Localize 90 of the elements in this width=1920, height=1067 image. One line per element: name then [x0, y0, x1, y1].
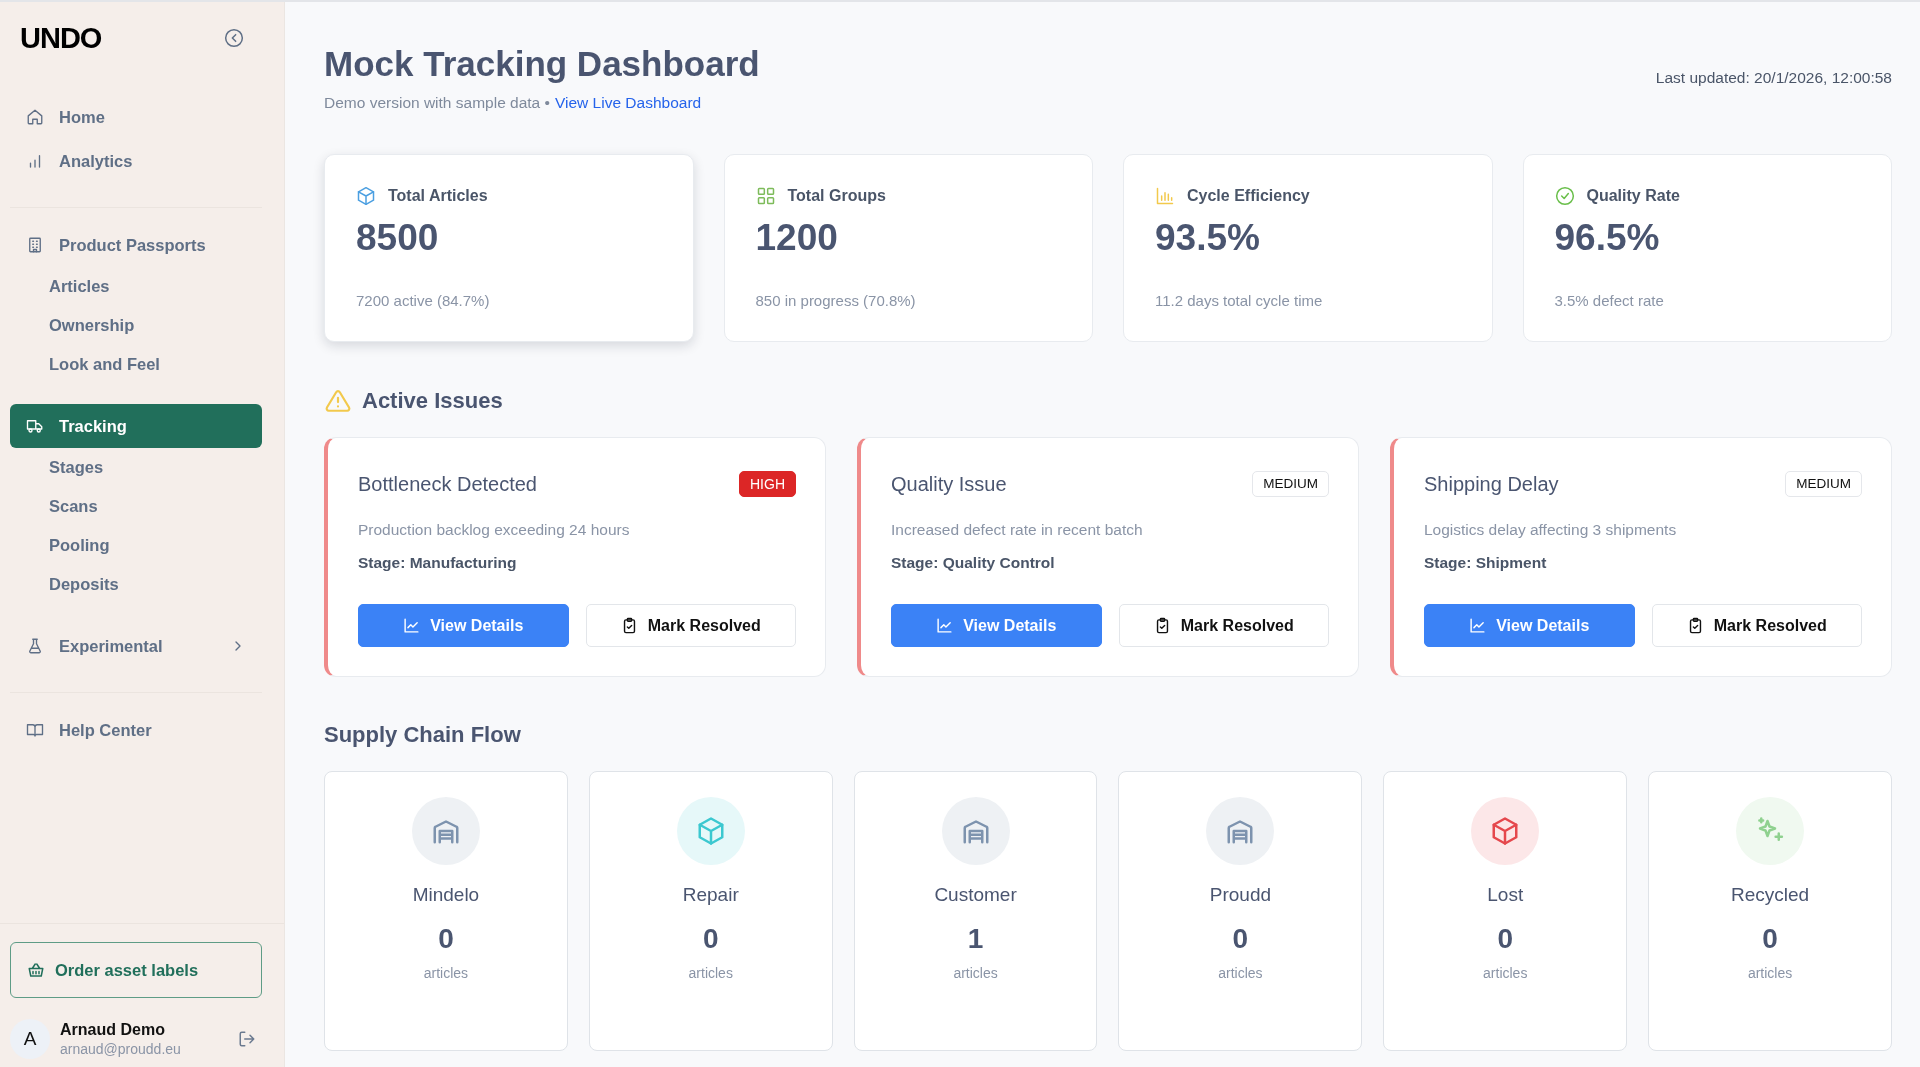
nav-subitem[interactable]: Scans	[10, 487, 108, 526]
stat-label: Total Articles	[388, 187, 488, 205]
issue-description: Logistics delay affecting 3 shipments	[1424, 520, 1678, 540]
flask-icon	[26, 637, 44, 655]
issue-description: Increased defect rate in recent batch	[891, 520, 1144, 540]
stage-unit: articles	[688, 964, 733, 982]
stat-label: Quality Rate	[1586, 187, 1680, 205]
book-icon	[26, 721, 44, 739]
stage-name: Lost	[1487, 883, 1524, 907]
issue-description: Production backlog exceeding 24 hours	[358, 520, 631, 540]
stage-unit: articles	[953, 964, 998, 982]
stage-name: Customer	[934, 883, 1017, 907]
mark-resolved-button[interactable]: Mark Resolved	[1118, 604, 1329, 647]
stage-count: 0	[438, 922, 454, 956]
line-chart-icon	[1469, 617, 1487, 634]
last-updated-text: Last updated: 20/1/2026, 12:00:58	[1655, 69, 1892, 87]
issue-title: Quality Issue	[891, 472, 1007, 496]
user-name: Arnaud Demo	[60, 1020, 166, 1040]
mark-resolved-button[interactable]: Mark Resolved	[1651, 604, 1862, 647]
nav-item[interactable]: Tracking	[10, 404, 262, 448]
stage-unit: articles	[1747, 964, 1793, 982]
stage-unit: articles	[1218, 964, 1263, 982]
truck-icon	[26, 417, 44, 435]
stage-count: 0	[1232, 922, 1249, 956]
stat-value: 1200	[755, 216, 839, 260]
page-subtitle: Demo version with sample data •	[324, 94, 550, 111]
nav-subitem[interactable]: Articles	[10, 267, 120, 306]
view-details-button[interactable]: View Details	[891, 604, 1102, 647]
stat-note: 7200 active (84.7%)	[356, 291, 491, 311]
nav-subitem[interactable]: Stages	[10, 448, 114, 487]
cube-icon	[676, 797, 745, 865]
warehouse-icon	[1206, 797, 1275, 865]
section-title: Active Issues	[362, 387, 503, 415]
line-chart-icon	[936, 617, 954, 634]
order-asset-labels-button[interactable]: Order asset labels	[10, 942, 262, 998]
nav-item[interactable]: Home	[10, 95, 262, 139]
issue-stage: Stage: Manufacturing	[358, 553, 518, 573]
mark-resolved-button[interactable]: Mark Resolved	[585, 604, 796, 647]
stage-name: Recycled	[1731, 883, 1810, 907]
collapse-icon[interactable]	[224, 28, 244, 48]
stage-count: 0	[1762, 922, 1778, 956]
severity-badge: HIGH	[739, 471, 796, 497]
stage-count: 0	[702, 922, 719, 956]
warehouse-icon	[411, 797, 480, 865]
page-title: Mock Tracking Dashboard	[324, 43, 760, 85]
severity-badge: MEDIUM	[1785, 471, 1862, 497]
line-chart-icon	[403, 617, 421, 634]
basket-icon	[27, 961, 45, 979]
stage-count: 1	[967, 922, 984, 956]
stat-value: 93.5%	[1155, 216, 1261, 260]
stat-note: 850 in progress (70.8%)	[755, 291, 917, 311]
home-icon	[26, 108, 44, 126]
building-icon	[26, 236, 44, 254]
stat-label: Cycle Efficiency	[1187, 187, 1310, 205]
live-dashboard-link[interactable]: View Live Dashboard	[554, 94, 702, 111]
warning-icon	[325, 388, 351, 414]
nav-subitem[interactable]: Look and Feel	[10, 345, 170, 384]
stat-label: Total Groups	[787, 187, 886, 205]
stage-count: 0	[1497, 922, 1514, 956]
stat-note: 11.2 days total cycle time	[1155, 291, 1324, 311]
issue-stage: Stage: Shipment	[1424, 553, 1548, 573]
nav-subitem[interactable]: Deposits	[10, 565, 129, 604]
issue-title: Bottleneck Detected	[358, 472, 537, 496]
stage-name: Repair	[682, 883, 739, 907]
stage-name: Mindelo	[412, 883, 480, 907]
stage-unit: articles	[1483, 964, 1528, 982]
view-details-button[interactable]: View Details	[358, 604, 569, 647]
logo: UNDO	[20, 21, 102, 55]
nav-subitem[interactable]: Ownership	[10, 306, 145, 345]
user-avatar: A	[10, 1019, 50, 1059]
nav-item[interactable]: Product Passports	[10, 223, 262, 267]
logout-icon[interactable]	[238, 1030, 256, 1048]
severity-badge: MEDIUM	[1252, 471, 1329, 497]
stat-note: 3.5% defect rate	[1554, 291, 1665, 311]
nav-item[interactable]: Experimental	[10, 624, 262, 668]
view-details-button[interactable]: View Details	[1424, 604, 1635, 647]
nav-subitem[interactable]: Pooling	[10, 526, 120, 565]
sparkles-icon	[1736, 797, 1805, 865]
nav-item[interactable]: Help Center	[10, 708, 262, 752]
user-email: arnaud@proudd.eu	[60, 1040, 181, 1058]
nav-item[interactable]: Analytics	[10, 139, 262, 183]
cube-icon	[1471, 797, 1540, 865]
stage-name: Proudd	[1209, 883, 1272, 907]
warehouse-icon	[941, 797, 1010, 865]
stage-unit: articles	[423, 964, 469, 982]
stat-value: 8500	[356, 216, 440, 260]
section-title: Supply Chain Flow	[324, 721, 522, 749]
issue-title: Shipping Delay	[1424, 472, 1559, 496]
issue-stage: Stage: Quality Control	[891, 553, 1056, 573]
stat-value: 96.5%	[1554, 216, 1661, 260]
